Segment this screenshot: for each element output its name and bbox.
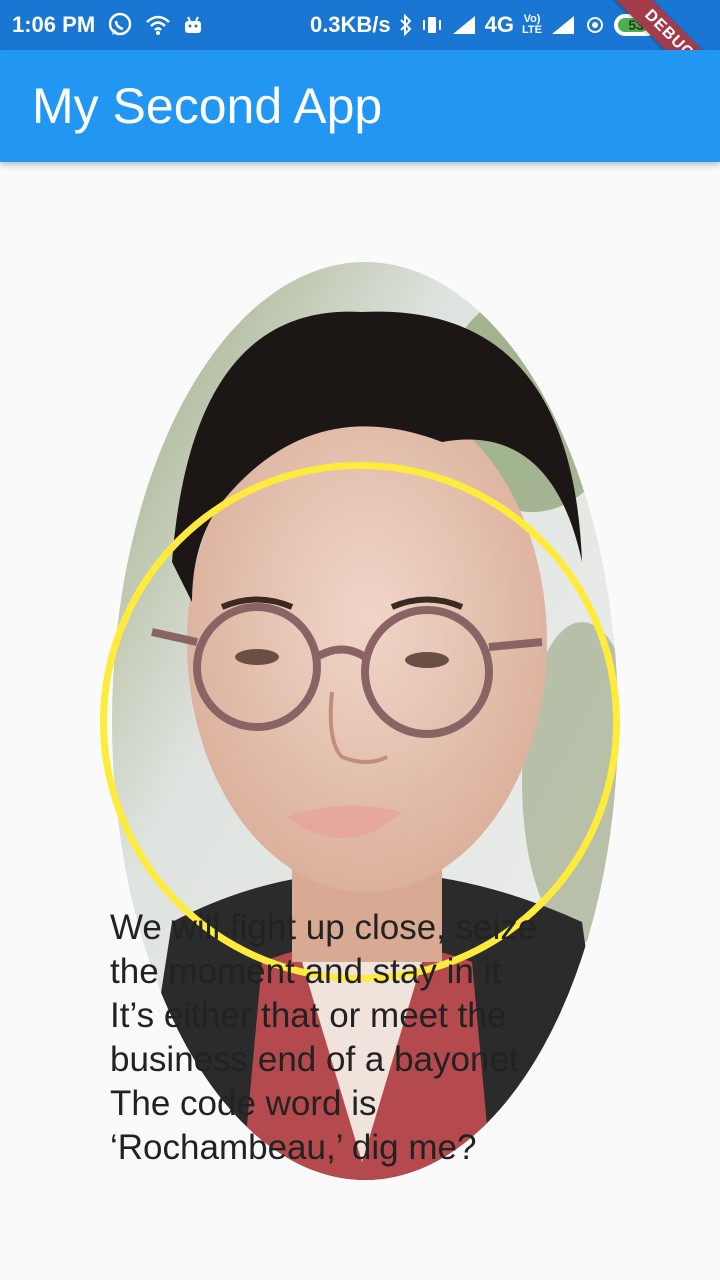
quote-text: We will fight up close, seize the moment… [110,906,570,1170]
quote-line: We will fight up close, seize [110,908,538,947]
quote-line: The code word is [110,1084,377,1123]
network-type: 4G [484,12,515,37]
whatsapp-icon [107,12,133,38]
volte-indicator: Vo) LTE [522,14,542,36]
quote-line: It’s either that or meet the [110,996,507,1035]
app-bar: My Second App [0,50,720,162]
vibrate-icon [421,14,443,36]
signal-icon [451,14,477,36]
network-speed: 0.3KB/s [309,12,391,37]
signal-icon-2 [550,14,576,36]
hotspot-icon [584,14,606,36]
volte-line2: LTE [522,24,542,36]
status-bar: 1:06 PM 0.3KB/s 4G Vo) LTE 53 [0,0,720,50]
status-time: 1:06 PM [12,12,96,37]
android-icon [183,15,203,35]
bluetooth-icon [399,14,413,36]
quote-line: business end of a bayonet [110,1040,519,1079]
quote-line: ‘Rochambeau,’ dig me? [110,1128,477,1167]
yellow-circle-outline [100,462,620,982]
app-title: My Second App [32,78,383,134]
quote-line: the moment and stay in it [110,952,502,991]
wifi-icon [145,14,171,36]
